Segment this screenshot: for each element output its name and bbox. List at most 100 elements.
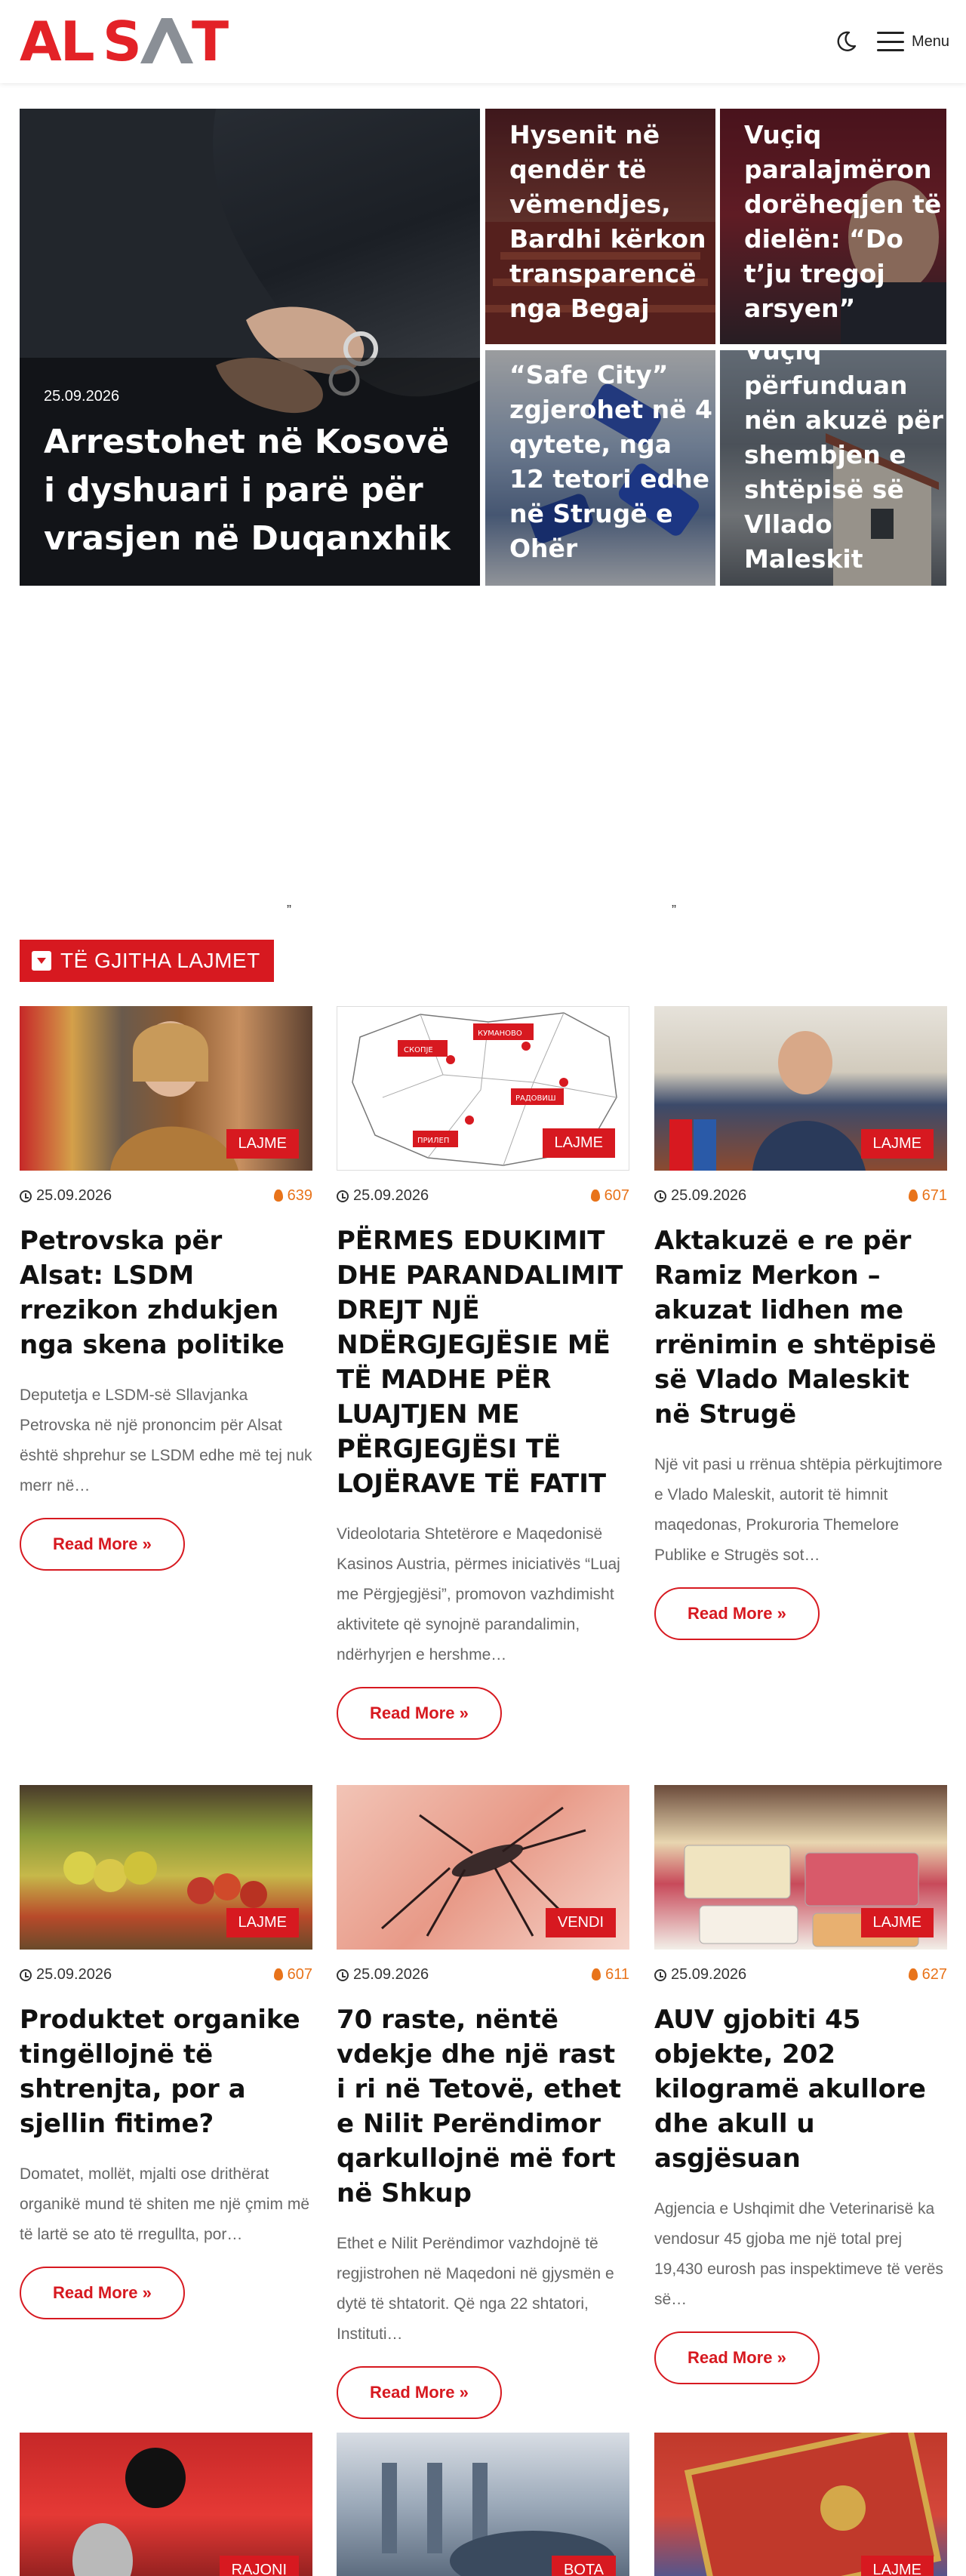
article-excerpt: Videolotaria Shtetërore e Maqedonisë Kas… xyxy=(337,1525,620,1663)
category-badge[interactable]: LAJME xyxy=(860,2556,934,2576)
hero-side-title-1: Hysenit në qendër të vëmendjes, Bardhi k… xyxy=(509,120,706,323)
article-card: BOTA xyxy=(337,2433,629,2576)
svg-text:AL: AL xyxy=(20,17,94,65)
article-image[interactable]: VENDI xyxy=(337,1785,629,1950)
flame-icon xyxy=(908,1190,918,1202)
menu-label: Menu xyxy=(912,32,950,50)
category-badge[interactable]: LAJME xyxy=(542,1128,615,1158)
article-meta: 25.09.2026 627 xyxy=(654,1966,947,1987)
views-count: 671 xyxy=(921,1187,947,1204)
article-excerpt: Domatet, mollët, mjalti ose drithërat or… xyxy=(20,2165,309,2243)
category-badge[interactable]: BOTA xyxy=(552,2556,616,2576)
montenegro-flag-image xyxy=(684,2433,942,2576)
article-date: 25.09.2026 xyxy=(353,1187,429,1204)
category-badge[interactable]: VENDI xyxy=(545,1908,616,1937)
hero-side-article-1[interactable]: Hysenit në qendër të vëmendjes, Bardhi k… xyxy=(485,109,715,344)
hero-side-article-2[interactable]: Vuçiq paralajmëron dorëheqjen të dielën:… xyxy=(720,109,946,344)
category-badge[interactable]: LAJME xyxy=(226,1908,299,1937)
article-title[interactable]: AUV gjobiti 45 objekte, 202 kilogramë ak… xyxy=(654,2002,947,2176)
flags-image xyxy=(72,2448,186,2576)
read-more-button[interactable]: Read More » xyxy=(337,2366,502,2419)
hero-main-article[interactable]: 25.09.2026 Arrestohet në Kosovë i dyshua… xyxy=(20,109,480,586)
article-image[interactable]: LAJME xyxy=(20,1785,312,1950)
site-header: AL S T Menu xyxy=(0,0,966,83)
svg-text:S: S xyxy=(103,17,140,65)
article-views: 671 xyxy=(908,1187,947,1205)
logo-mark: AL S T xyxy=(20,10,229,73)
flame-icon xyxy=(590,1190,600,1202)
article-card: LAJME 25.09.2026 639 Petrovska për Alsat… xyxy=(20,1006,312,1571)
article-card: LAJME 25.09.2026 627 AUV gjobiti 45 obje… xyxy=(654,1785,947,2384)
views-count: 627 xyxy=(921,1966,947,1983)
article-card: LAJME 25.09.2026 607 Produktet organike … xyxy=(20,1785,312,2319)
article-title[interactable]: Produktet organike tingëllojnë të shtren… xyxy=(20,2002,312,2141)
alsat-logo[interactable]: AL S T xyxy=(20,10,243,73)
clock-icon xyxy=(654,1969,666,1981)
chevron-down-icon xyxy=(32,951,51,971)
article-image[interactable]: RAJONI xyxy=(20,2433,312,2576)
section-header-all-news[interactable]: TË GJITHA LAJMET xyxy=(20,940,274,982)
article-image[interactable]: LAJME xyxy=(654,1006,947,1171)
article-card: RAJONI xyxy=(20,2433,312,2576)
fuel-station-image xyxy=(382,2463,616,2576)
read-more-button[interactable]: Read More » xyxy=(337,1687,502,1740)
hero-main-title: Arrestohet në Kosovë i dyshuari i parë p… xyxy=(44,423,451,558)
read-more-button[interactable]: Read More » xyxy=(20,2267,185,2319)
flame-icon xyxy=(273,1190,283,1202)
moon-icon xyxy=(837,31,857,51)
hero-side-article-3[interactable]: “Safe City” zgjerohet në 4 qytete, nga 1… xyxy=(485,350,715,586)
flame-icon xyxy=(592,1968,601,1980)
hero-main-date: 25.09.2026 xyxy=(44,388,120,405)
flame-icon xyxy=(273,1968,283,1980)
clock-icon xyxy=(654,1190,666,1202)
read-more-button[interactable]: Read More » xyxy=(20,1518,185,1571)
map-label: РАДОВИШ xyxy=(515,1094,556,1103)
article-meta: 25.09.2026 671 xyxy=(654,1187,947,1208)
section-title: TË GJITHA LAJMET xyxy=(60,949,260,972)
article-excerpt: Deputetja e LSDM-së Sllavjanka Petrovska… xyxy=(20,1386,312,1494)
category-badge[interactable]: LAJME xyxy=(860,1908,934,1937)
clock-icon xyxy=(337,1190,349,1202)
map-label: КУМАНОВО xyxy=(478,1029,522,1038)
article-meta: 25.09.2026 639 xyxy=(20,1187,312,1208)
dark-mode-toggle[interactable] xyxy=(835,30,857,53)
article-image[interactable]: LAJME xyxy=(654,2433,947,2576)
article-meta: 25.09.2026 607 xyxy=(337,1187,629,1208)
category-badge[interactable]: RAJONI xyxy=(219,2556,299,2576)
views-count: 611 xyxy=(605,1966,629,1983)
article-date: 25.09.2026 xyxy=(353,1966,429,1983)
article-image[interactable]: LAJME xyxy=(654,1785,947,1950)
article-excerpt: Agjencia e Ushqimit dhe Veterinarisë ka … xyxy=(654,2200,943,2308)
flame-icon xyxy=(908,1968,918,1980)
article-image[interactable]: КУМАНОВО СКОПЈЕ РАДОВИШ ПРИЛЕП LAJME xyxy=(337,1006,629,1171)
clock-icon xyxy=(20,1969,32,1981)
category-badge[interactable]: LAJME xyxy=(860,1129,934,1159)
read-more-button[interactable]: Read More » xyxy=(654,2331,820,2384)
map-label: ПРИЛЕП xyxy=(417,1137,449,1145)
article-card: LAJME xyxy=(654,2433,947,2576)
category-badge[interactable]: LAJME xyxy=(226,1129,299,1159)
article-views: 611 xyxy=(592,1966,629,1984)
views-count: 639 xyxy=(287,1187,312,1204)
svg-text:T: T xyxy=(192,17,229,65)
article-date: 25.09.2026 xyxy=(36,1966,112,1983)
article-date: 25.09.2026 xyxy=(671,1187,747,1204)
stray-quote-mark: ” xyxy=(287,903,291,918)
article-title[interactable]: Petrovska për Alsat: LSDM rrezikon zhduk… xyxy=(20,1223,312,1362)
article-title[interactable]: 70 raste, nëntë vdekje dhe një rast i ri… xyxy=(337,2002,629,2211)
article-image[interactable]: LAJME xyxy=(20,1006,312,1171)
article-card: КУМАНОВО СКОПЈЕ РАДОВИШ ПРИЛЕП LAJME 25.… xyxy=(337,1006,629,1740)
article-image[interactable]: BOTA xyxy=(337,2433,629,2576)
views-count: 607 xyxy=(604,1187,629,1204)
map-label: СКОПЈЕ xyxy=(404,1046,433,1054)
menu-button[interactable]: Menu xyxy=(877,27,949,56)
article-date: 25.09.2026 xyxy=(36,1187,112,1204)
article-excerpt: Një vit pasi u rrënua shtëpia përkujtimo… xyxy=(654,1456,943,1564)
article-views: 627 xyxy=(908,1966,947,1984)
read-more-button[interactable]: Read More » xyxy=(654,1587,820,1640)
hero-side-article-4[interactable]: Vuçiq përfunduan nën akuzë për shembjen … xyxy=(720,350,946,586)
article-views: 607 xyxy=(590,1187,629,1205)
article-excerpt: Ethet e Nilit Perëndimor vazhdojnë të re… xyxy=(337,2235,614,2343)
article-title[interactable]: PËRMES EDUKIMIT DHE PARANDALIMIT DREJT N… xyxy=(337,1223,629,1501)
article-title[interactable]: Aktakuzë e re për Ramiz Merkon – akuzat … xyxy=(654,1223,947,1432)
